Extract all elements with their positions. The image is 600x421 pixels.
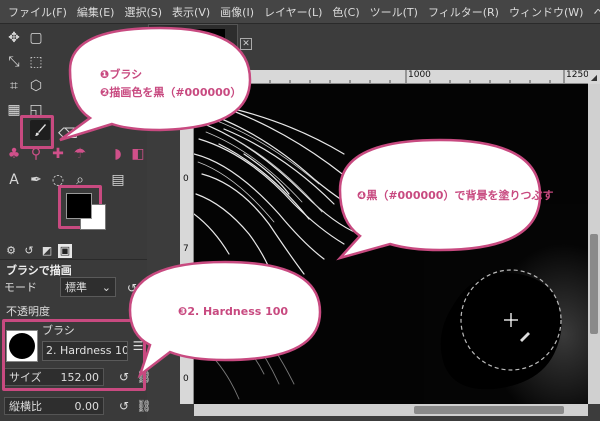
ruler-left-label-5: 0: [183, 374, 189, 384]
horizontal-scrollbar[interactable]: [194, 404, 588, 416]
image-thumbnail: [155, 29, 225, 59]
menu-tools[interactable]: ツール(T): [366, 4, 422, 20]
image-tab[interactable]: [148, 24, 238, 66]
image-canvas[interactable]: [194, 84, 588, 404]
brush-highlight: [20, 115, 54, 149]
foreground-color-swatch[interactable]: [66, 193, 92, 219]
bucket-fill-icon[interactable]: ◧: [128, 144, 148, 164]
menu-filters[interactable]: フィルター(R): [424, 4, 503, 20]
reset-mode-icon[interactable]: ↺: [124, 280, 140, 296]
ruler-left-label-2: 0: [183, 174, 189, 184]
close-icon[interactable]: ✕: [240, 38, 252, 50]
move-icon[interactable]: ✥: [4, 28, 24, 48]
dock-tabs: ⚙ ↺ ◩ ▣: [0, 242, 147, 260]
mode-row: モード 標準 ⌄: [4, 276, 116, 298]
mode-label: モード: [4, 281, 37, 294]
free-select-icon[interactable]: ⤡: [4, 52, 24, 72]
smudge-icon[interactable]: ☂: [70, 144, 90, 164]
gradient-icon[interactable]: ▤: [108, 170, 128, 190]
link-aspect-icon[interactable]: ⛓: [136, 398, 152, 414]
aspect-label: 縦横比: [9, 400, 42, 413]
mode-value: 標準: [65, 281, 87, 294]
chevron-down-icon: ⌄: [101, 280, 111, 294]
dodge-icon[interactable]: ◗: [108, 144, 128, 164]
eraser-icon[interactable]: ⌫: [58, 124, 78, 144]
menu-bar: ファイル(F) 編集(E) 選択(S) 表示(V) 画像(I) レイヤー(L) …: [0, 0, 600, 24]
reset-aspect-icon[interactable]: ↺: [116, 398, 132, 414]
opacity-label: 不透明度: [6, 305, 50, 318]
callout-2-text: ❹黒（#000000）で背景を塗りつぶす: [357, 189, 554, 202]
rect-select-icon[interactable]: ▢: [26, 28, 46, 48]
unified-transform-icon[interactable]: ⬡: [26, 76, 46, 96]
ruler-top-ticks: [189, 70, 565, 83]
images-tab-icon[interactable]: ▣: [58, 243, 72, 258]
callout-1-line-1: ❶ブラシ: [100, 68, 143, 81]
ruler-label-1000: 1000: [408, 70, 431, 80]
menu-windows[interactable]: ウィンドウ(W): [505, 4, 587, 20]
horizontal-scroll-thumb[interactable]: [414, 406, 564, 414]
menu-layer[interactable]: レイヤー(L): [260, 4, 326, 20]
color-picker-icon[interactable]: ✒: [26, 170, 46, 190]
vertical-scrollbar[interactable]: [588, 84, 600, 404]
aspect-value: 0.00: [74, 399, 100, 413]
text-icon[interactable]: A: [4, 170, 24, 190]
vertical-scroll-thumb[interactable]: [590, 234, 598, 334]
device-status-tab-icon[interactable]: ↺: [22, 244, 36, 258]
aspect-ratio-slider[interactable]: 縦横比 0.00: [4, 397, 104, 415]
menu-edit[interactable]: 編集(E): [73, 4, 119, 20]
ruler-left-label-1: 5: [183, 104, 189, 114]
menu-file[interactable]: ファイル(F): [4, 4, 71, 20]
tool-options-tab-icon[interactable]: ⚙: [4, 244, 18, 258]
navigate-icon[interactable]: ◢: [588, 70, 600, 84]
brush-section-highlight: [2, 319, 146, 391]
ruler-top: 1000 1250: [180, 70, 588, 84]
callout-3-text: ❸2. Hardness 100: [178, 305, 289, 318]
undo-tab-icon[interactable]: ◩: [40, 244, 54, 258]
menu-colors[interactable]: 色(C): [328, 4, 363, 20]
ruler-left-label-3: 7: [183, 244, 189, 254]
menu-image[interactable]: 画像(I): [216, 4, 258, 20]
ruler-label-1250: 1250: [566, 70, 588, 80]
color-swatches: [66, 193, 118, 233]
menu-view[interactable]: 表示(V): [168, 4, 214, 20]
mode-select[interactable]: 標準 ⌄: [60, 277, 116, 297]
crop-icon[interactable]: ⌗: [4, 76, 24, 96]
ruler-left: 5 0 7 5 0: [180, 84, 194, 404]
callout-1-line-2: ❷描画色を黒（#000000）: [100, 86, 242, 99]
menu-select[interactable]: 選択(S): [120, 4, 166, 20]
fuzzy-select-icon[interactable]: ⬚: [26, 52, 46, 72]
menu-help[interactable]: ヘルプ(H): [589, 4, 600, 20]
hair-image: [194, 84, 588, 404]
